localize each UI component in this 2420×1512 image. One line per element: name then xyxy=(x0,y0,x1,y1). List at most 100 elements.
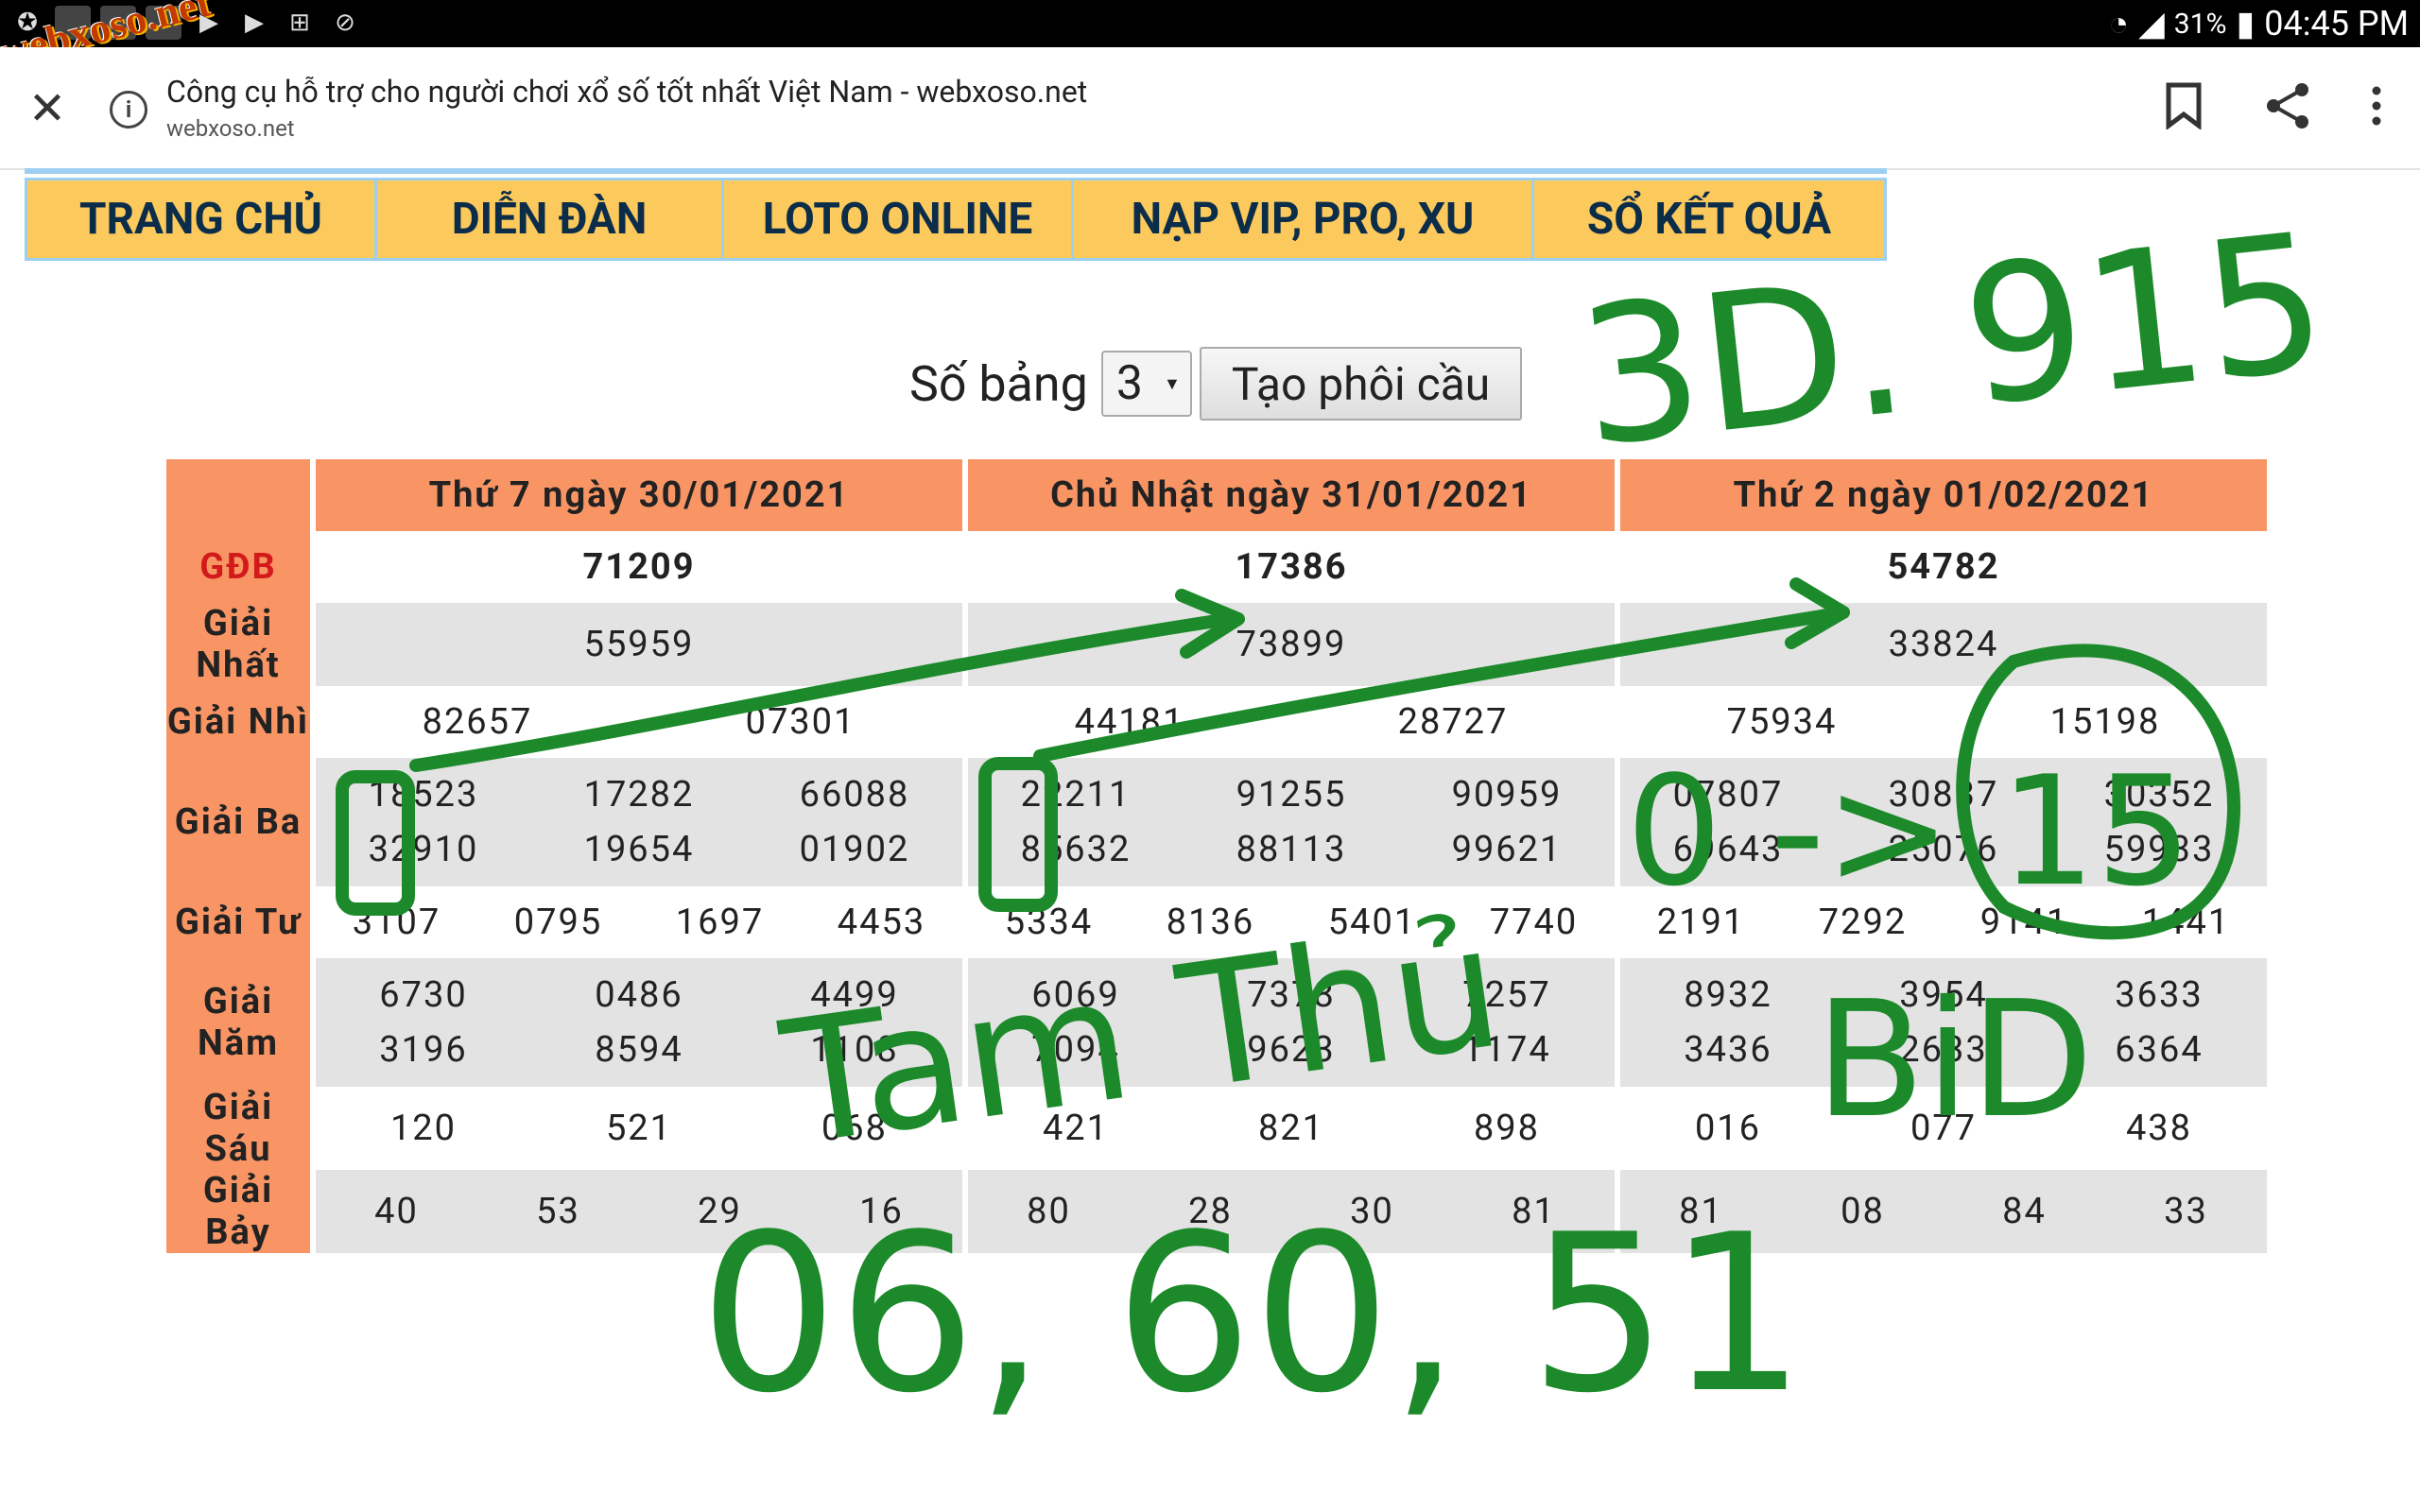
sixth-prize-cell: 120 521 068 xyxy=(316,1087,962,1170)
prize-number: 85632 xyxy=(1020,829,1132,870)
prize-number: 44181 xyxy=(1074,701,1185,743)
fourth-prize-cell: 3107 0795 1697 4453 xyxy=(316,886,962,958)
fifth-prize-cell: 8932 3954 3633 3436 2633 6364 xyxy=(1620,958,2267,1087)
sixth-prize-cell: 421 821 898 xyxy=(968,1087,1615,1170)
third-prize-cell: 22211 91255 90959 85632 88113 99621 xyxy=(968,758,1615,886)
prize-number: 80 xyxy=(1027,1191,1071,1232)
row-label-tu: Giải Tư xyxy=(166,886,310,958)
table-count-select[interactable]: 3 ▼ xyxy=(1100,351,1192,417)
prize-number: 29 xyxy=(698,1191,742,1232)
prize-number: 120 xyxy=(389,1108,458,1149)
compass-icon: ⊘ xyxy=(335,9,355,37)
create-chart-button[interactable]: Tạo phôi cầu xyxy=(1199,347,1523,421)
prize-number: 19654 xyxy=(583,829,695,870)
youtube-icon: ▶ xyxy=(245,9,264,37)
nav-loto-online[interactable]: LOTO ONLINE xyxy=(724,180,1074,258)
clock: 04:45 PM xyxy=(2264,4,2409,43)
prize-number: 8594 xyxy=(595,1029,683,1071)
nav-so-ket-qua[interactable]: SỔ KẾT QUẢ xyxy=(1534,180,1884,258)
table-count-label: Số bảng xyxy=(909,354,1088,413)
prize-number: 6069 xyxy=(1031,974,1120,1016)
prize-number: 33 xyxy=(2164,1191,2208,1232)
prize-number: 28 xyxy=(1188,1191,1233,1232)
second-prize-cell: 75934 15198 xyxy=(1620,686,2267,758)
prize-number: 7292 xyxy=(1818,902,1908,943)
close-icon[interactable]: ✕ xyxy=(21,81,74,135)
browser-toolbar: ✕ i Công cụ hỗ trợ cho người chơi xổ số … xyxy=(0,47,2420,170)
prize-number: 30352 xyxy=(2103,774,2215,816)
prize-number: 821 xyxy=(1257,1108,1325,1149)
prize-number: 99621 xyxy=(1451,829,1563,870)
prize-number: 88113 xyxy=(1236,829,1347,870)
special-prize: 54782 xyxy=(1620,531,2267,603)
info-icon[interactable]: i xyxy=(110,91,147,129)
prize-number: 1174 xyxy=(1462,1029,1551,1071)
prize-number: 7094 xyxy=(1031,1029,1120,1071)
prize-number: 32910 xyxy=(368,829,479,870)
special-prize: 17386 xyxy=(968,531,1615,603)
prize-number: 2191 xyxy=(1656,902,1746,943)
prize-number: 22211 xyxy=(1020,774,1132,816)
prize-number: 69643 xyxy=(1672,829,1784,870)
prize-number: 016 xyxy=(1694,1108,1762,1149)
table-controls: Số bảng 3 ▼ Tạo phôi cầu xyxy=(909,344,1523,423)
share-icon[interactable] xyxy=(2259,77,2316,134)
seventh-prize-cell: 81 08 84 33 xyxy=(1620,1170,2267,1253)
bookmark-icon[interactable] xyxy=(2155,77,2212,134)
prize-number: 18523 xyxy=(368,774,479,816)
second-prize-cell: 82657 07301 xyxy=(316,686,962,758)
prize-number: 4499 xyxy=(810,974,899,1016)
third-prize-cell: 07807 30837 30352 69643 25076 59933 xyxy=(1620,758,2267,886)
first-prize: 73899 xyxy=(968,603,1615,686)
prize-number: 66088 xyxy=(799,774,910,816)
fourth-prize-cell: 2191 7292 9141 1441 xyxy=(1620,886,2267,958)
prize-number: 7740 xyxy=(1489,902,1579,943)
more-options-icon[interactable] xyxy=(2348,77,2405,134)
prize-number: 3633 xyxy=(2115,974,2204,1016)
first-prize: 33824 xyxy=(1620,603,2267,686)
page-title: Công cụ hỗ trợ cho người chơi xổ số tốt … xyxy=(166,74,1088,110)
prize-number: 81 xyxy=(1512,1191,1556,1232)
prize-number: 1697 xyxy=(675,902,765,943)
nav-trang-chu[interactable]: TRANG CHỦ xyxy=(27,180,377,258)
prize-number: 25076 xyxy=(1888,829,1999,870)
prize-number: 9623 xyxy=(1247,1029,1336,1071)
dropdown-arrow-icon: ▼ xyxy=(1164,373,1181,394)
prize-number: 91255 xyxy=(1236,774,1347,816)
system-status: ◔ ◢ 31% ▮ 04:45 PM xyxy=(2108,0,2409,47)
nav-top-border xyxy=(25,168,1887,174)
status-bar: ✪ ▶ ▶ ⊞ ⊘ ◔ ◢ 31% ▮ 04:45 PM xyxy=(0,0,2420,47)
seventh-prize-cell: 40 53 29 16 xyxy=(316,1170,962,1253)
prize-number: 6364 xyxy=(2115,1029,2204,1071)
prize-number: 421 xyxy=(1042,1108,1110,1149)
prize-number: 90959 xyxy=(1451,774,1563,816)
prize-number: 5401 xyxy=(1327,902,1417,943)
prize-number: 08 xyxy=(1841,1191,1885,1232)
nav-nap-vip[interactable]: NẠP VIP, PRO, XU xyxy=(1074,180,1534,258)
special-prize: 71209 xyxy=(316,531,962,603)
fourth-prize-cell: 5334 8136 5401 7740 xyxy=(968,886,1615,958)
nav-dien-dan[interactable]: DIỄN ĐÀN xyxy=(377,180,724,258)
row-label-sau: Giải Sáu xyxy=(166,1087,310,1170)
prize-number: 30 xyxy=(1350,1191,1394,1232)
prize-number: 07807 xyxy=(1672,774,1784,816)
prize-number: 59933 xyxy=(2103,829,2215,870)
prize-number: 01902 xyxy=(799,829,910,870)
prize-number: 84 xyxy=(2002,1191,2047,1232)
prize-number: 82657 xyxy=(422,701,533,743)
prize-number: 3196 xyxy=(379,1029,468,1071)
header-blank xyxy=(166,459,310,531)
sixth-prize-cell: 016 077 438 xyxy=(1620,1087,2267,1170)
row-label-nhi: Giải Nhì xyxy=(166,686,310,758)
row-label-ba: Giải Ba xyxy=(166,758,310,886)
column-header: Thứ 7 ngày 30/01/2021 xyxy=(316,459,962,531)
prize-number: 077 xyxy=(1910,1108,1978,1149)
fifth-prize-cell: 6069 7378 7257 7094 9623 1174 xyxy=(968,958,1615,1087)
page-url: webxoso.net xyxy=(166,115,295,142)
prize-number: 438 xyxy=(2125,1108,2193,1149)
prize-number: 1441 xyxy=(2141,902,2231,943)
results-table: Thứ 7 ngày 30/01/2021 Chủ Nhật ngày 31/0… xyxy=(161,459,2273,1253)
prize-number: 40 xyxy=(374,1191,419,1232)
prize-number: 6730 xyxy=(379,974,468,1016)
prize-number: 3107 xyxy=(352,902,441,943)
